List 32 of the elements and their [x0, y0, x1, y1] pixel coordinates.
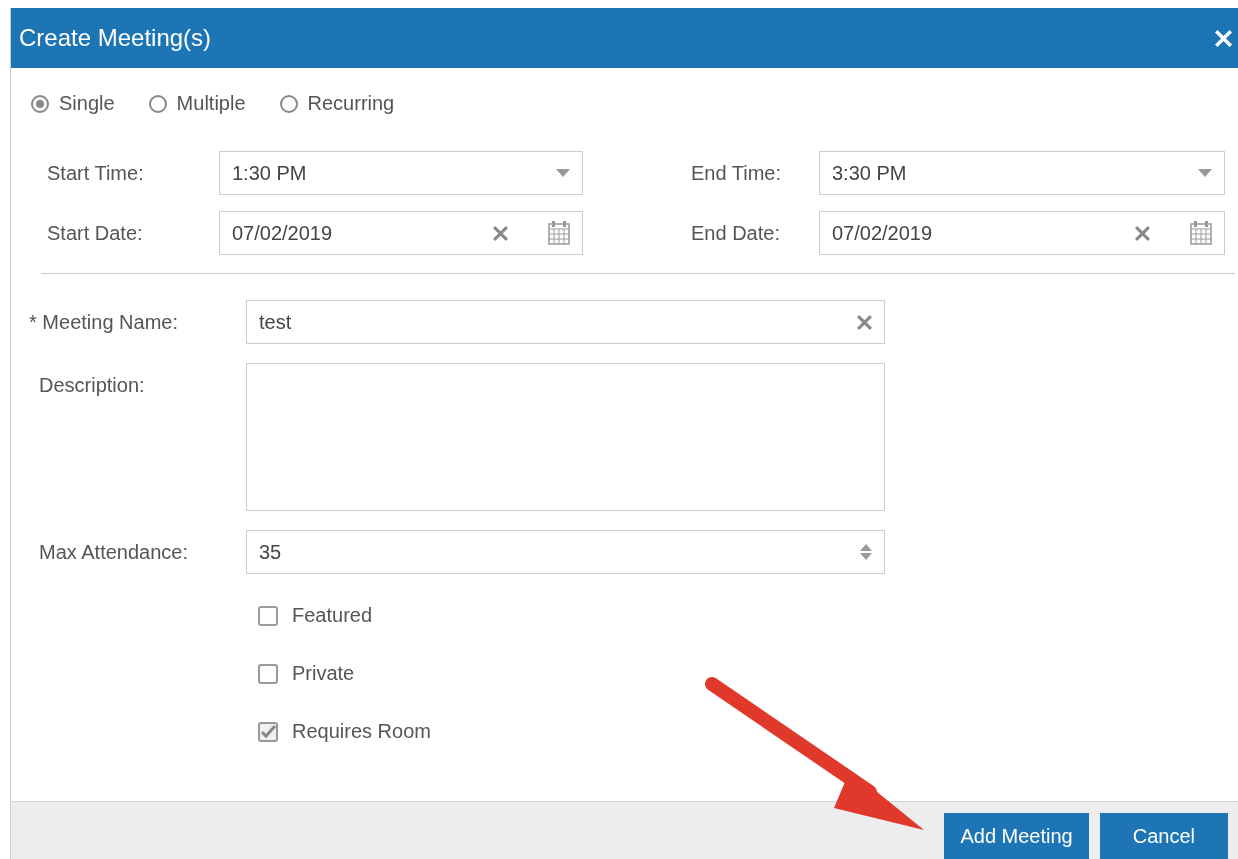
spinner-icon[interactable] [860, 544, 872, 560]
option-checkbox[interactable]: Private [258, 662, 1224, 685]
clear-icon[interactable] [1135, 225, 1150, 241]
description-field[interactable] [246, 363, 885, 511]
max-attendance-field[interactable]: 35 [246, 530, 885, 574]
date-field[interactable]: 07/02/2019 [219, 211, 583, 255]
time-dropdown[interactable]: 3:30 PM [819, 151, 1225, 195]
add-meeting-button[interactable]: Add Meeting [944, 813, 1089, 859]
meeting-name-field[interactable]: test [246, 300, 885, 344]
mode-radio[interactable]: Single [31, 92, 115, 115]
dropdown-caret-icon[interactable] [1198, 169, 1212, 177]
date-field[interactable]: 07/02/2019 [819, 211, 1225, 255]
cancel-button[interactable]: Cancel [1099, 813, 1228, 859]
field-label: End Time: [691, 161, 783, 185]
mode-radio[interactable]: Recurring [279, 92, 395, 115]
option-checkbox[interactable]: Requires Room [258, 720, 1224, 743]
field-label: Description: [38, 373, 146, 397]
clear-icon[interactable] [493, 225, 508, 241]
field-label: Max Attendance: [38, 540, 189, 564]
close-icon[interactable] [1215, 29, 1232, 47]
field-label: Start Date: [47, 221, 144, 245]
calendar-icon[interactable] [1190, 221, 1212, 245]
field-label: End Date: [691, 221, 781, 245]
clear-icon[interactable] [857, 314, 872, 330]
calendar-icon[interactable] [548, 221, 570, 245]
dropdown-caret-icon[interactable] [556, 169, 570, 177]
mode-radio[interactable]: Multiple [148, 92, 246, 115]
field-label: * Meeting Name: [29, 310, 179, 334]
time-dropdown[interactable]: 1:30 PM [219, 151, 583, 195]
field-label: Start Time: [47, 161, 145, 185]
dialog-title: Create Meeting(s) [19, 24, 212, 52]
option-checkbox[interactable]: Featured [258, 604, 1224, 627]
